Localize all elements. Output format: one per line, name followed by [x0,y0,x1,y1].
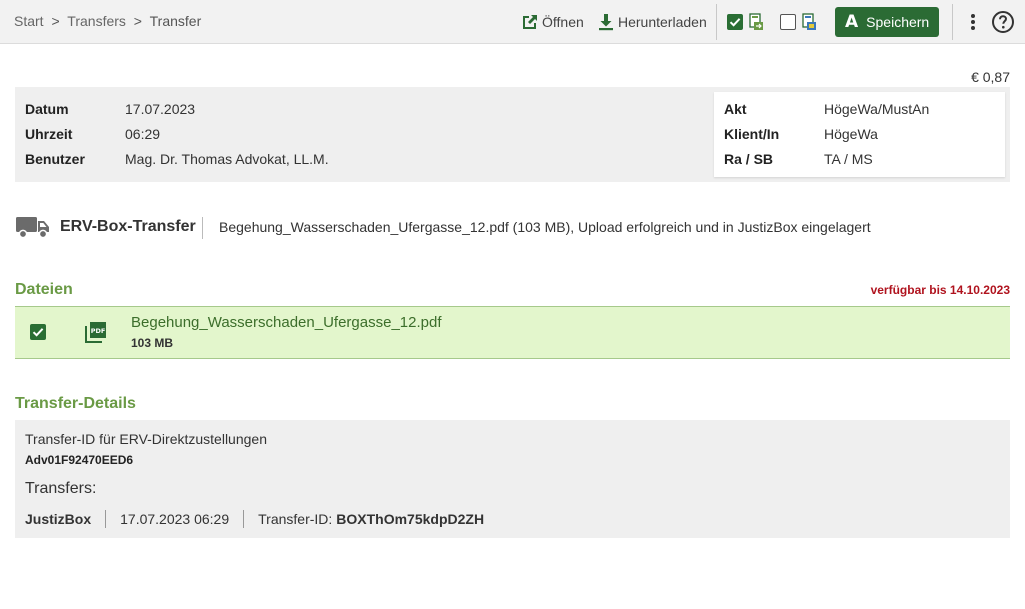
info-label: Ra / SB [724,151,774,167]
open-label: Öffnen [542,14,584,30]
document-merge-icon [801,13,817,31]
download-button[interactable]: Herunterladen [597,10,707,34]
download-label: Herunterladen [618,14,707,30]
help-button[interactable] [991,10,1015,34]
open-button[interactable]: Öffnen [520,10,584,34]
toolbar-divider [952,4,953,40]
info-label: Klient/In [724,126,780,142]
save-button[interactable]: A Speichern [835,7,939,37]
transfer-id-prefix: Transfer-ID: [258,511,333,527]
breadcrumb-transfers[interactable]: Transfers [67,13,126,29]
option-checkbox-1[interactable] [727,10,764,34]
checkbox-checked[interactable] [727,14,743,30]
divider [105,510,107,528]
breadcrumb: Start > Transfers > Transfer [14,13,201,29]
truck-icon [16,214,50,243]
save-label: Speichern [866,14,930,30]
transfer-entry-id: BOXThOm75kdpD2ZH [336,511,485,527]
info-label: Datum [25,101,69,117]
details-section-title: Transfer-Details [15,395,136,412]
info-value: HögeWa [824,126,878,142]
pdf-icon-text: PDF [91,327,106,335]
download-icon [597,12,615,32]
info-value: TA / MS [824,151,873,167]
transfer-title: ERV-Box-Transfer [60,218,196,235]
amount-value: € 0,87 [971,69,1010,85]
breadcrumb-start[interactable]: Start [14,13,44,29]
files-section-title: Dateien [15,281,73,298]
breadcrumb-current: Transfer [149,13,202,29]
transfers-heading: Transfers: [25,480,97,497]
info-value: HögeWa/MustAn [824,101,930,117]
toolbar-divider [716,4,717,40]
transfer-info-panel: Datum 17.07.2023 Uhrzeit 06:29 Benutzer … [15,87,1010,182]
transfer-id-value: Adv01F92470EED6 [25,453,134,467]
info-label: Benutzer [25,151,85,167]
info-label: Uhrzeit [25,126,73,142]
top-toolbar: Start > Transfers > Transfer Öffnen Heru… [0,0,1025,44]
document-export-icon [748,13,764,31]
pdf-file-icon: PDF [85,321,107,346]
file-name-link[interactable]: Begehung_Wasserschaden_Ufergasse_12.pdf [131,314,442,331]
transfer-details-panel: Transfer-ID für ERV-Direktzustellungen A… [15,420,1010,538]
file-list-item[interactable]: PDF Begehung_Wasserschaden_Ufergasse_12.… [15,306,1010,359]
availability-notice: verfügbar bis 14.10.2023 [870,283,1010,297]
file-size: 103 MB [131,336,174,350]
checkbox-unchecked[interactable] [780,14,796,30]
app-logo-icon: A [845,12,859,32]
file-checkbox[interactable] [30,324,46,340]
divider [243,510,245,528]
transfer-entry: JustizBox 17.07.2023 06:29 Transfer-ID: … [25,510,484,528]
transfer-datetime: 17.07.2023 06:29 [120,511,230,527]
help-icon [991,10,1015,34]
info-label: Akt [724,101,747,117]
transfer-target: JustizBox [25,511,92,527]
divider [202,217,203,239]
info-value: 17.07.2023 [125,101,196,117]
transfer-id-label: Transfer-ID für ERV-Direktzustellungen [25,431,267,447]
breadcrumb-separator: > [133,13,142,29]
transfer-description: Begehung_Wasserschaden_Ufergasse_12.pdf … [219,219,871,235]
more-menu-button[interactable] [966,10,980,34]
info-value: Mag. Dr. Thomas Advokat, LL.M. [125,151,329,167]
breadcrumb-separator: > [51,13,60,29]
case-info-box: Akt HögeWa/MustAn Klient/In HögeWa Ra / … [714,92,1005,177]
kebab-menu-icon [966,12,980,32]
option-checkbox-2[interactable] [780,10,817,34]
info-value: 06:29 [125,126,161,142]
external-link-icon [520,12,540,32]
